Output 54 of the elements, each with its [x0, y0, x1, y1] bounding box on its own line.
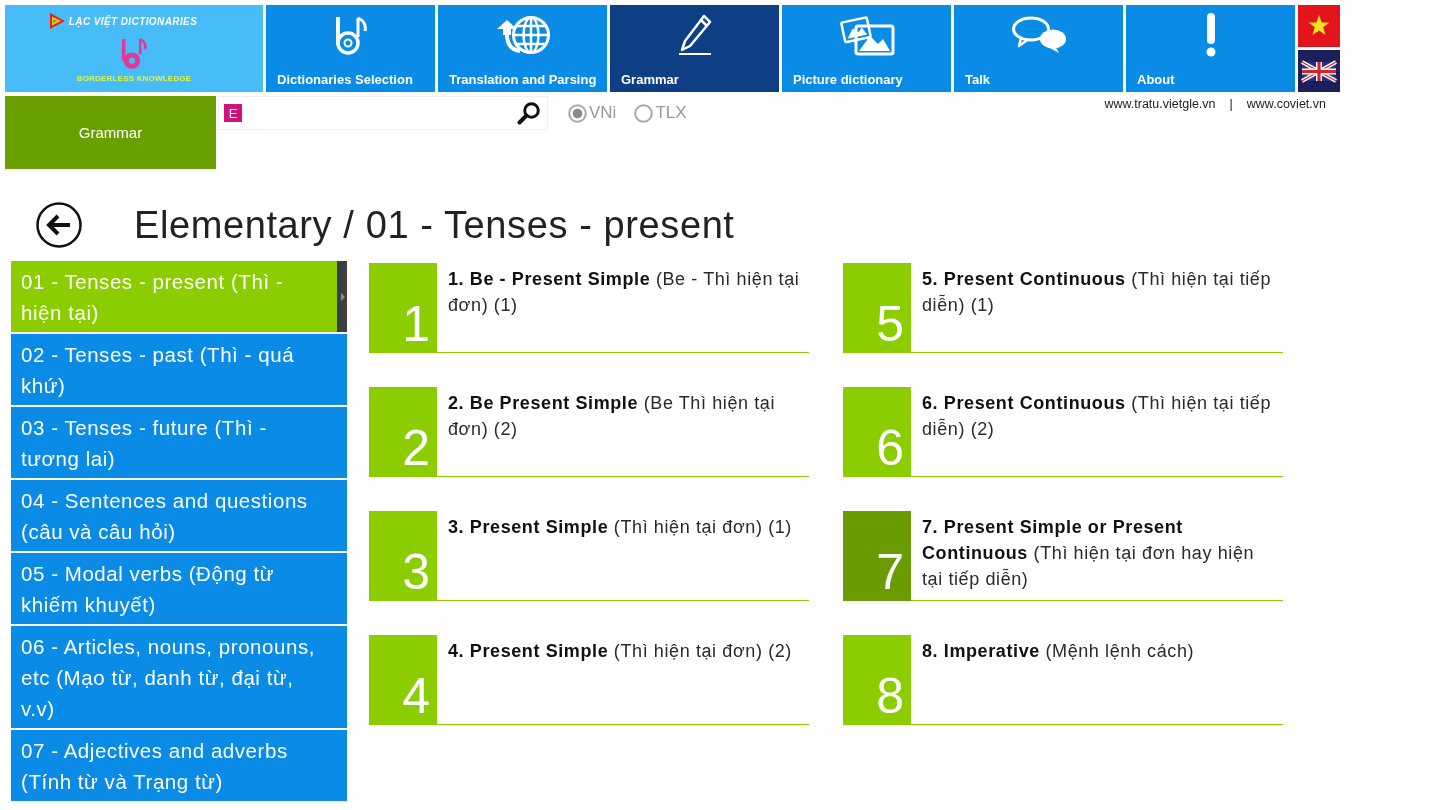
- topic-item[interactable]: 04 - Sentences and questions (câu và câu hỏi): [11, 480, 347, 551]
- lesson-title[interactable]: 4. Present Simple (Thì hiện tại đơn) (2): [437, 635, 809, 725]
- pictures-icon: [838, 14, 895, 56]
- lesson-title[interactable]: 3. Present Simple (Thì hiện tại đơn) (1): [437, 511, 809, 601]
- lesson-number: 6: [843, 387, 911, 477]
- nav-tile[interactable]: About: [1126, 5, 1295, 92]
- topic-item[interactable]: 07 - Adjectives and adverbs (Tính từ và Trạng từ): [11, 730, 347, 801]
- lesson-title[interactable]: 6. Present Continuous (Thì hiện tại tiếp diễn) (2): [911, 387, 1283, 477]
- play-triangle-icon: [48, 12, 66, 30]
- search-icon: [517, 101, 541, 125]
- topic-item[interactable]: 06 - Articles, nouns, pronouns, etc (Mạo từ, danh từ, đại từ, v.v): [11, 626, 347, 728]
- vietnam-flag-icon: [1298, 5, 1340, 47]
- lesson-number: 5: [843, 263, 911, 353]
- music-note-disc-icon: [120, 37, 148, 71]
- lesson-number: 7: [843, 511, 911, 601]
- search-field[interactable]: E: [218, 96, 548, 130]
- lesson-title[interactable]: 5. Present Continuous (Thì hiện tại tiếp diễn) (1): [911, 263, 1283, 353]
- link-separator: |: [1229, 97, 1233, 111]
- uk-flag-icon: [1298, 50, 1340, 92]
- topic-item[interactable]: 02 - Tenses - past (Thì - quá khứ): [11, 334, 347, 405]
- lesson-number: 2: [369, 387, 437, 477]
- lesson-number: 1: [369, 263, 437, 353]
- input-method-radio[interactable]: VNi: [568, 103, 617, 123]
- exclamation-icon: [1204, 13, 1217, 57]
- language-button[interactable]: [1298, 50, 1340, 92]
- search-button[interactable]: [517, 101, 541, 125]
- nav-tile[interactable]: Grammar: [610, 5, 779, 92]
- nav-tile[interactable]: Translation and Parsing: [438, 5, 607, 92]
- topic-item[interactable]: 01 - Tenses - present (Thì - hiện tại): [11, 261, 347, 332]
- site-link[interactable]: www.tratu.vietgle.vn: [1104, 97, 1216, 111]
- lesson-title[interactable]: 1. Be - Present Simple (Be - Thì hiện tại đơn) (1): [437, 263, 809, 353]
- nav-tile[interactable]: Picture dictionary: [782, 5, 951, 92]
- nav-tile[interactable]: Dictionaries Selection: [266, 5, 435, 92]
- lesson-number: 3: [369, 511, 437, 601]
- lesson-title[interactable]: 2. Be Present Simple (Be Thì hiện tại đơn) (2): [437, 387, 809, 477]
- logo-title: LẠC VIỆT DICTIONARIES: [68, 15, 198, 27]
- globe-arrow-icon: [495, 15, 550, 55]
- nav-tile[interactable]: Talk: [954, 5, 1123, 92]
- input-method-radio[interactable]: TLX: [634, 103, 687, 123]
- music-note-disc-icon: [333, 15, 368, 55]
- lesson-title[interactable]: 8. Imperative (Mệnh lệnh cách): [911, 635, 1283, 725]
- section-tile: Grammar: [5, 96, 216, 169]
- speech-bubbles-icon: [1010, 16, 1067, 54]
- lesson-number: 4: [369, 635, 437, 725]
- back-button[interactable]: [36, 202, 82, 248]
- topic-item[interactable]: 03 - Tenses - future (Thì - tương lai): [11, 407, 347, 478]
- lesson-number: 8: [843, 635, 911, 725]
- lesson-title[interactable]: 7. Present Simple or Present Continuous (Thì hiện tại đơn hay hiện tại tiếp diễn): [911, 511, 1283, 601]
- page-title: Elementary / 01 - Tenses - present: [134, 203, 735, 247]
- logo-tagline: BORDERLESS KNOWLEDGE: [76, 74, 192, 83]
- topic-item[interactable]: 05 - Modal verbs (Động từ khiếm khuyết): [11, 553, 347, 624]
- pen-icon: [676, 14, 713, 56]
- site-link[interactable]: www.coviet.vn: [1246, 97, 1326, 111]
- language-badge[interactable]: E: [224, 104, 242, 122]
